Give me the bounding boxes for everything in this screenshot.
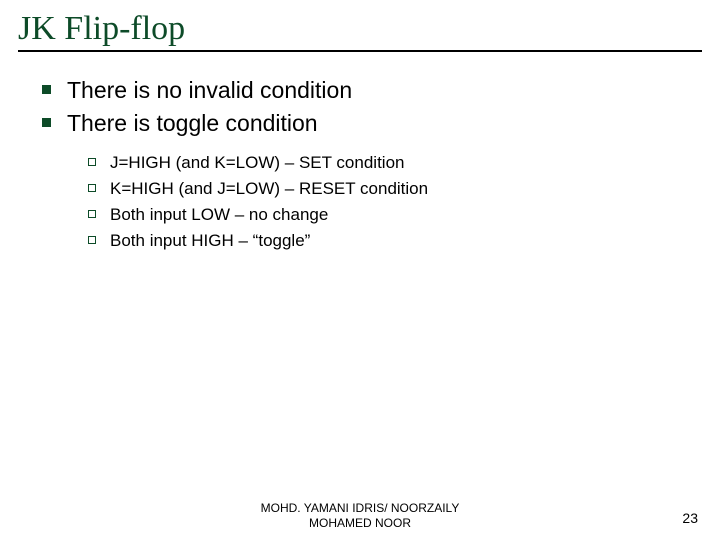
sub-list-item: Both input HIGH – “toggle”	[88, 230, 690, 252]
list-item-text: There is toggle condition	[67, 109, 318, 138]
title-underline	[18, 50, 702, 52]
hollow-square-bullet-icon	[88, 236, 96, 244]
sub-list-item-text: K=HIGH (and J=LOW) – RESET condition	[110, 178, 428, 200]
footer-line-2: MOHAMED NOOR	[0, 516, 720, 530]
footer-author: MOHD. YAMANI IDRIS/ NOORZAILY MOHAMED NO…	[0, 501, 720, 530]
sub-list-item-text: Both input HIGH – “toggle”	[110, 230, 310, 252]
list-item: There is toggle condition	[42, 109, 690, 138]
title-area: JK Flip-flop	[0, 0, 720, 58]
square-bullet-icon	[42, 118, 51, 127]
sub-list-item: Both input LOW – no change	[88, 204, 690, 226]
page-number: 23	[682, 510, 698, 526]
list-item-text: There is no invalid condition	[67, 76, 352, 105]
content-area: There is no invalid condition There is t…	[0, 58, 720, 252]
sub-list-item-text: Both input LOW – no change	[110, 204, 328, 226]
sublist: J=HIGH (and K=LOW) – SET condition K=HIG…	[42, 142, 690, 252]
sub-list-item-text: J=HIGH (and K=LOW) – SET condition	[110, 152, 404, 174]
slide-title: JK Flip-flop	[18, 10, 702, 48]
sub-list-item: J=HIGH (and K=LOW) – SET condition	[88, 152, 690, 174]
list-item: There is no invalid condition	[42, 76, 690, 105]
hollow-square-bullet-icon	[88, 184, 96, 192]
footer-line-1: MOHD. YAMANI IDRIS/ NOORZAILY	[0, 501, 720, 515]
hollow-square-bullet-icon	[88, 210, 96, 218]
sub-list-item: K=HIGH (and J=LOW) – RESET condition	[88, 178, 690, 200]
hollow-square-bullet-icon	[88, 158, 96, 166]
square-bullet-icon	[42, 85, 51, 94]
